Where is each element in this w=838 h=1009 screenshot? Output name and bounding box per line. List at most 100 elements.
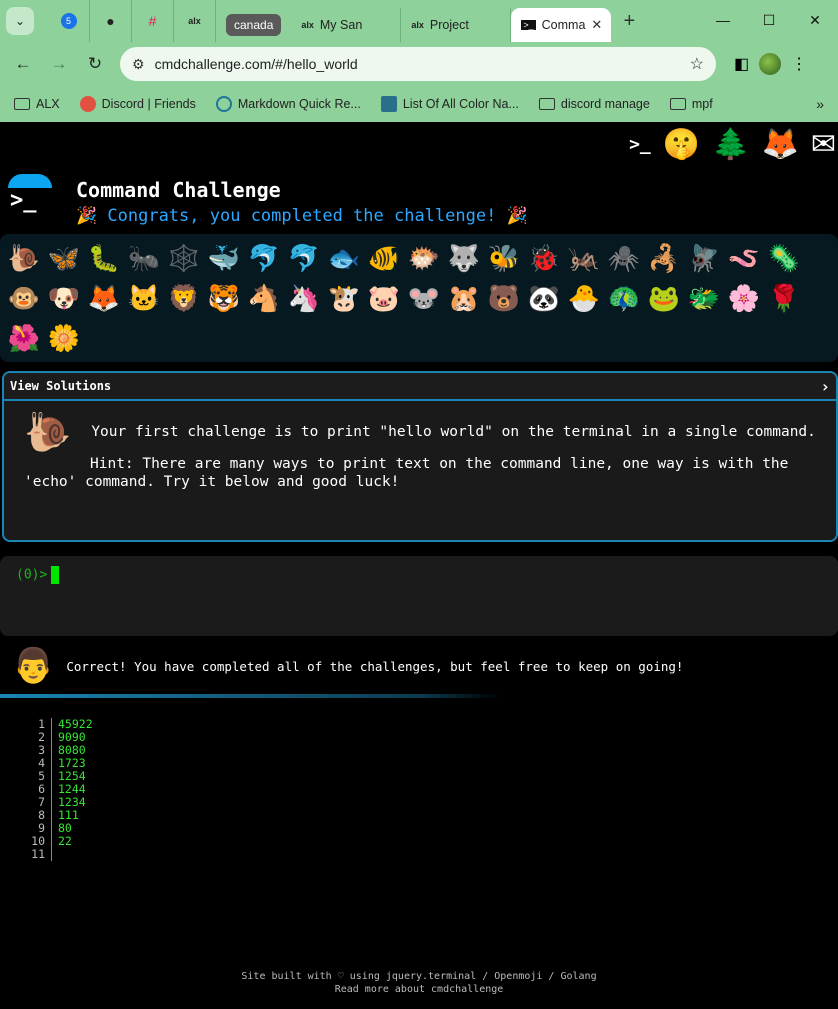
challenge-badge-icon[interactable]: 🐷: [364, 278, 404, 318]
challenge-badge-icon[interactable]: 🌹: [764, 278, 804, 318]
minimize-icon[interactable]: —: [700, 0, 746, 40]
result-message: 👨 Correct! You have completed all of the…: [12, 646, 683, 686]
challenge-badge-icon[interactable]: 🦠: [764, 238, 804, 278]
view-solutions-label: View Solutions: [10, 379, 112, 393]
challenge-badge-icon[interactable]: 🐬: [244, 238, 284, 278]
close-icon[interactable]: ✕: [591, 17, 602, 33]
challenge-badge-icon[interactable]: 🦄: [284, 278, 324, 318]
gn-icon: [380, 96, 397, 112]
challenge-badge-icon[interactable]: 🦊: [84, 278, 124, 318]
solutions-panel: View Solutions › 🐌 Your first challenge …: [2, 371, 838, 542]
terminal-logo-icon[interactable]: >_: [629, 126, 651, 164]
tab-command-challenge[interactable]: >_ Comma ✕: [511, 8, 612, 42]
terminal-input[interactable]: (0)>: [0, 556, 838, 636]
shush-face-icon[interactable]: 🤫: [663, 126, 700, 164]
challenge-badge-icon[interactable]: 🕷️: [604, 238, 644, 278]
challenge-badge-icon[interactable]: 🪰: [684, 238, 724, 278]
challenge-badge-icon[interactable]: 🕸️: [164, 238, 204, 278]
bookmark-label: ALX: [36, 97, 60, 111]
line-number: 11: [30, 848, 52, 861]
email-icon[interactable]: ✉: [811, 126, 836, 164]
discord-icon: [79, 96, 96, 112]
cmdchallenge-logo: >_: [8, 174, 52, 218]
bookmark-alx[interactable]: ALX: [14, 97, 60, 111]
challenge-badge-icon[interactable]: 🐟: [324, 238, 364, 278]
bookmark-mpf[interactable]: mpf: [669, 97, 713, 111]
back-button[interactable]: ←: [8, 49, 38, 79]
bookmark-label: mpf: [691, 97, 713, 111]
challenge-badge-icon[interactable]: 🐶: [44, 278, 84, 318]
bookmark-star-icon[interactable]: ☆: [690, 54, 704, 74]
page-content: >_ 🤫 🌲 🦊 ✉ >_ Command Challenge 🎉 Congra…: [0, 122, 838, 1009]
challenge-badge-icon[interactable]: 🐱: [124, 278, 164, 318]
profile-avatar[interactable]: [759, 53, 782, 75]
challenge-badge-icon[interactable]: 🐴: [244, 278, 284, 318]
challenge-badge-icon[interactable]: 🐼: [524, 278, 564, 318]
tab-project[interactable]: alx Project: [401, 8, 512, 42]
wordpress-icon: [215, 96, 232, 112]
challenge-badge-icon[interactable]: 🐹: [444, 278, 484, 318]
challenge-badge-icon[interactable]: 🦋: [44, 238, 84, 278]
challenge-badge-icon[interactable]: 🐮: [324, 278, 364, 318]
challenge-badge-icon[interactable]: 🐜: [124, 238, 164, 278]
challenge-badge-icon[interactable]: 🐸: [644, 278, 684, 318]
address-bar[interactable]: ⚙ cmdchallenge.com/#/hello_world ☆: [120, 47, 716, 81]
bookmark-colors[interactable]: List Of All Color Na...: [380, 96, 519, 112]
tab-search-button[interactable]: ⌄: [6, 7, 34, 35]
tree-icon[interactable]: 🌲: [712, 126, 749, 164]
slack-icon: #: [148, 13, 157, 29]
close-window-icon[interactable]: ✕: [792, 0, 838, 40]
read-more-link[interactable]: Read more about cmdchallenge: [0, 983, 838, 996]
challenge-badge-icon[interactable]: 🌸: [724, 278, 764, 318]
gitlab-icon[interactable]: 🦊: [762, 126, 799, 164]
challenge-badge-icon[interactable]: 🦚: [604, 278, 644, 318]
forward-button[interactable]: →: [44, 49, 74, 79]
footer-credits: Site built with ♡ using jquery.terminal …: [241, 971, 597, 982]
challenge-badge-icon[interactable]: 🌺: [4, 318, 44, 358]
window-controls: — ☐ ✕: [700, 0, 838, 40]
terminal-prompt: (0)>: [16, 567, 48, 583]
tab-github[interactable]: ●: [90, 0, 132, 42]
challenge-badge-icon[interactable]: 🦗: [564, 238, 604, 278]
challenge-badge-icon[interactable]: 🪱: [724, 238, 764, 278]
challenge-badge-icon[interactable]: 🐵: [4, 278, 44, 318]
challenge-badge-icon[interactable]: 🐌: [4, 238, 44, 278]
challenge-badge-icon[interactable]: 🌼: [44, 318, 84, 358]
challenge-badge-icon[interactable]: 🦂: [644, 238, 684, 278]
congrats-message: 🎉 Congrats, you completed the challenge!…: [76, 206, 528, 226]
challenge-badge-icon[interactable]: 🐺: [444, 238, 484, 278]
tab-label: My San: [319, 18, 363, 32]
tab-group-canada[interactable]: canada: [216, 8, 291, 42]
challenge-badge-icon[interactable]: 🐞: [524, 238, 564, 278]
menu-kebab-icon[interactable]: ⋮: [791, 54, 807, 74]
bookmark-discord[interactable]: Discord | Friends: [79, 96, 196, 112]
view-solutions-toggle[interactable]: View Solutions ›: [4, 373, 836, 401]
maximize-icon[interactable]: ☐: [746, 0, 792, 40]
bookmarks-overflow-icon[interactable]: »: [816, 96, 824, 112]
bookmark-discord-manage[interactable]: discord manage: [538, 97, 650, 111]
bookmark-markdown[interactable]: Markdown Quick Re...: [215, 96, 361, 112]
reload-button[interactable]: ↻: [80, 49, 110, 79]
tab-slack[interactable]: #: [132, 0, 174, 42]
notification-badge-icon: 5: [60, 13, 77, 29]
site-info-icon[interactable]: ⚙: [132, 56, 145, 73]
top-icons: >_ 🤫 🌲 🦊 ✉: [629, 126, 838, 164]
new-tab-button[interactable]: +: [615, 7, 643, 35]
challenge-badge-icon[interactable]: 🦁: [164, 278, 204, 318]
side-panel-icon[interactable]: ◧: [734, 54, 749, 74]
challenge-badge-icon[interactable]: 🐠: [364, 238, 404, 278]
challenge-badge-icon[interactable]: 🐡: [404, 238, 444, 278]
challenge-badge-icon[interactable]: 🐛: [84, 238, 124, 278]
tab-my-sandbox[interactable]: alx My San: [291, 8, 402, 42]
challenge-badge-icon[interactable]: 🐭: [404, 278, 444, 318]
tab-notifications[interactable]: 5: [48, 0, 90, 42]
tab-label: Project: [429, 18, 469, 32]
challenge-badge-icon[interactable]: 🐻: [484, 278, 524, 318]
challenge-badge-icon[interactable]: 🐲: [684, 278, 724, 318]
challenge-badge-icon[interactable]: 🐬: [284, 238, 324, 278]
challenge-badge-icon[interactable]: 🐝: [484, 238, 524, 278]
challenge-badge-icon[interactable]: 🐣: [564, 278, 604, 318]
challenge-badge-icon[interactable]: 🐯: [204, 278, 244, 318]
challenge-badge-icon[interactable]: 🐳: [204, 238, 244, 278]
tab-alx[interactable]: alx: [174, 0, 216, 42]
